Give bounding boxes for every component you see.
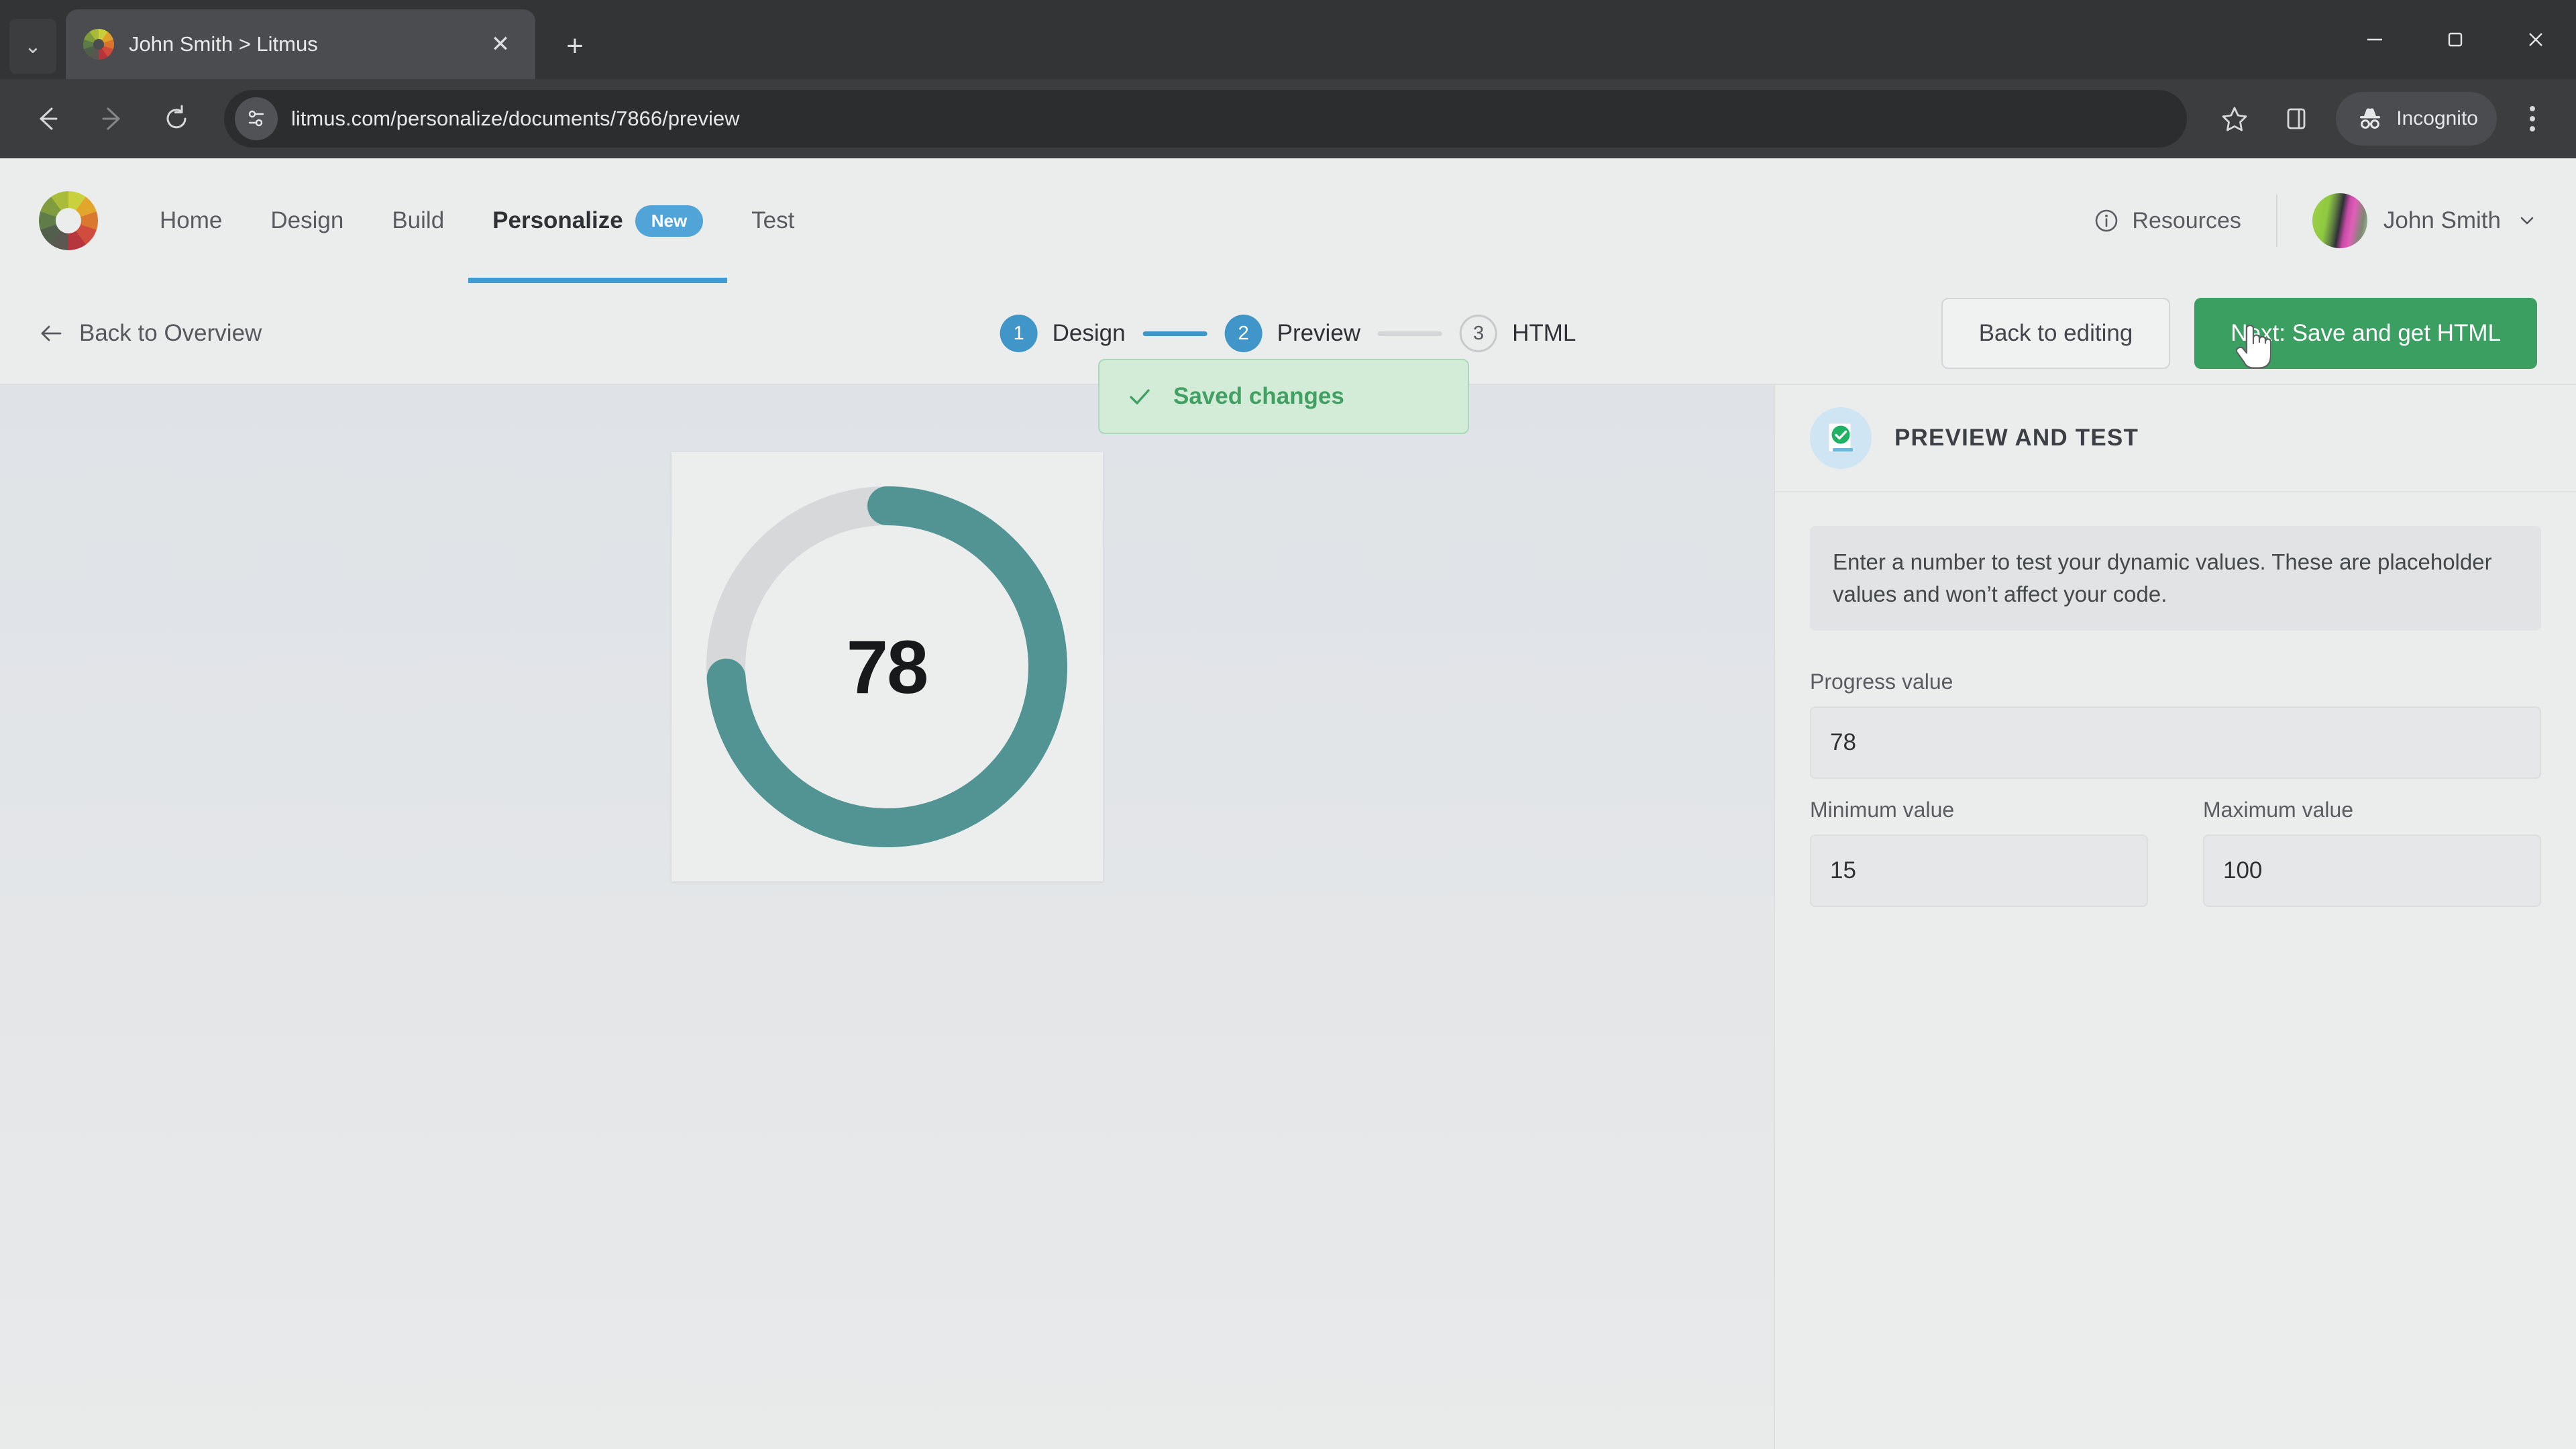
browser-window: ⌄ John Smith > Litmus ✕ + litmus.com/per…	[0, 0, 2576, 1449]
site-settings-icon[interactable]	[235, 97, 278, 140]
main-nav: Home Design Build Personalize New Test	[136, 158, 818, 283]
incognito-hat-icon	[2360, 108, 2381, 129]
nav-label: Home	[160, 207, 223, 233]
toast-message: Saved changes	[1173, 383, 1344, 409]
toolbar-actions: Incognito	[2206, 90, 2557, 148]
nav-item-home[interactable]: Home	[136, 158, 246, 283]
field-label: Minimum value	[1810, 797, 1955, 822]
maximum-value-field: Maximum value 100	[2203, 798, 2541, 907]
document-check-icon	[1810, 407, 1872, 469]
step-number: 3	[1460, 315, 1498, 352]
resources-link[interactable]: Resources	[2093, 207, 2276, 234]
resources-label: Resources	[2132, 207, 2241, 233]
workflow-toolbar: Back to Overview 1 Design 2 Preview 3 HT…	[0, 283, 2576, 434]
panel-body: Enter a number to test your dynamic valu…	[1775, 492, 2576, 907]
forward-icon[interactable]	[83, 90, 141, 148]
step-number: 2	[1224, 315, 1263, 352]
step-design[interactable]: 1 Design	[1000, 315, 1126, 352]
minimize-icon[interactable]	[2334, 0, 2415, 79]
nav-label: Build	[392, 207, 445, 233]
field-label: Maximum value	[2203, 797, 2354, 822]
nav-label: Test	[751, 207, 795, 233]
nav-label: Personalize	[492, 207, 623, 233]
step-number: 1	[1000, 315, 1038, 352]
user-menu[interactable]: John Smith	[2277, 193, 2537, 248]
tab-title: John Smith > Litmus	[129, 32, 318, 56]
litmus-logo-icon[interactable]	[39, 191, 98, 250]
panel-title: PREVIEW AND TEST	[1894, 425, 2139, 451]
workspace: 78 PREVIEW AND TEST Enter a number to te…	[0, 385, 2576, 1449]
preview-and-test-panel: PREVIEW AND TEST Enter a number to test …	[1774, 385, 2576, 1449]
progress-value-input[interactable]: 78	[1810, 706, 2541, 779]
workflow-stepper: 1 Design 2 Preview 3 HTML	[1000, 315, 1576, 352]
page-content: Home Design Build Personalize New Test R…	[0, 158, 2576, 1449]
user-name: John Smith	[2383, 207, 2501, 233]
avatar	[2312, 193, 2367, 248]
app-navigation-bar: Home Design Build Personalize New Test R…	[0, 158, 2576, 283]
nav-label: Design	[270, 207, 344, 233]
window-controls	[2334, 0, 2576, 79]
url-text: litmus.com/personalize/documents/7866/pr…	[291, 107, 740, 130]
panel-header: PREVIEW AND TEST	[1775, 385, 2576, 492]
chevron-down-icon: ⌄	[24, 35, 42, 58]
nav-item-personalize[interactable]: Personalize New	[468, 158, 728, 283]
nav-item-test[interactable]: Test	[727, 158, 818, 283]
minimum-value-input[interactable]: 15	[1810, 834, 2148, 907]
back-to-overview-link[interactable]: Back to Overview	[39, 320, 262, 347]
nav-item-build[interactable]: Build	[368, 158, 468, 283]
close-icon[interactable]: ✕	[483, 27, 518, 62]
three-dot-menu-icon[interactable]	[2508, 90, 2557, 148]
progress-value-field: Progress value 78	[1810, 669, 2541, 779]
incognito-indicator[interactable]: Incognito	[2336, 92, 2497, 146]
next-save-and-get-html-button[interactable]: Next: Save and get HTML	[2194, 298, 2537, 369]
step-html[interactable]: 3 HTML	[1460, 315, 1576, 352]
progress-donut-chart: 78	[692, 472, 1081, 861]
workflow-actions: Back to editing Next: Save and get HTML	[1941, 298, 2537, 369]
reload-icon[interactable]	[148, 90, 205, 148]
browser-toolbar: litmus.com/personalize/documents/7866/pr…	[0, 79, 2576, 158]
step-label: Preview	[1277, 320, 1361, 346]
bookmark-star-icon[interactable]	[2206, 90, 2263, 148]
saved-changes-toast: Saved changes	[1098, 359, 1469, 434]
new-tab-button[interactable]: +	[553, 24, 597, 68]
minimum-value-field: Minimum value 15	[1810, 798, 2148, 907]
app-nav-right: Resources John Smith	[2093, 193, 2537, 248]
browser-tab[interactable]: John Smith > Litmus ✕	[66, 9, 535, 79]
step-connector	[1142, 331, 1208, 336]
info-icon	[2096, 209, 2118, 232]
field-label: Progress value	[1810, 669, 1953, 694]
close-window-icon[interactable]	[2496, 0, 2576, 79]
chevron-down-icon	[2520, 217, 2534, 225]
back-icon[interactable]	[19, 90, 76, 148]
email-preview-card: 78	[671, 452, 1103, 881]
check-icon	[1130, 389, 1150, 405]
panel-info-text: Enter a number to test your dynamic valu…	[1810, 526, 2541, 631]
tab-strip: ⌄ John Smith > Litmus ✕ +	[0, 0, 2576, 79]
back-to-overview-label: Back to Overview	[79, 320, 262, 346]
nav-item-design[interactable]: Design	[246, 158, 368, 283]
incognito-label: Incognito	[2396, 107, 2478, 129]
maximize-icon[interactable]	[2415, 0, 2496, 79]
tab-search-button[interactable]: ⌄	[9, 19, 56, 74]
step-label: Design	[1052, 320, 1126, 346]
step-preview[interactable]: 2 Preview	[1224, 315, 1361, 352]
new-badge: New	[635, 205, 704, 237]
back-to-editing-button[interactable]: Back to editing	[1941, 298, 2171, 369]
progress-value-label: 78	[846, 625, 929, 709]
address-bar[interactable]: litmus.com/personalize/documents/7866/pr…	[224, 90, 2188, 148]
step-label: HTML	[1512, 320, 1576, 346]
primary-button-label: Next: Save and get HTML	[2231, 320, 2501, 346]
step-connector	[1378, 331, 1443, 336]
arrow-left-icon	[41, 325, 62, 341]
side-panel-icon[interactable]	[2267, 90, 2325, 148]
litmus-favicon-icon	[83, 29, 114, 60]
min-max-row: Minimum value 15 Maximum value 100	[1810, 798, 2541, 907]
maximum-value-input[interactable]: 100	[2203, 834, 2541, 907]
preview-canvas: 78	[0, 385, 1774, 1449]
